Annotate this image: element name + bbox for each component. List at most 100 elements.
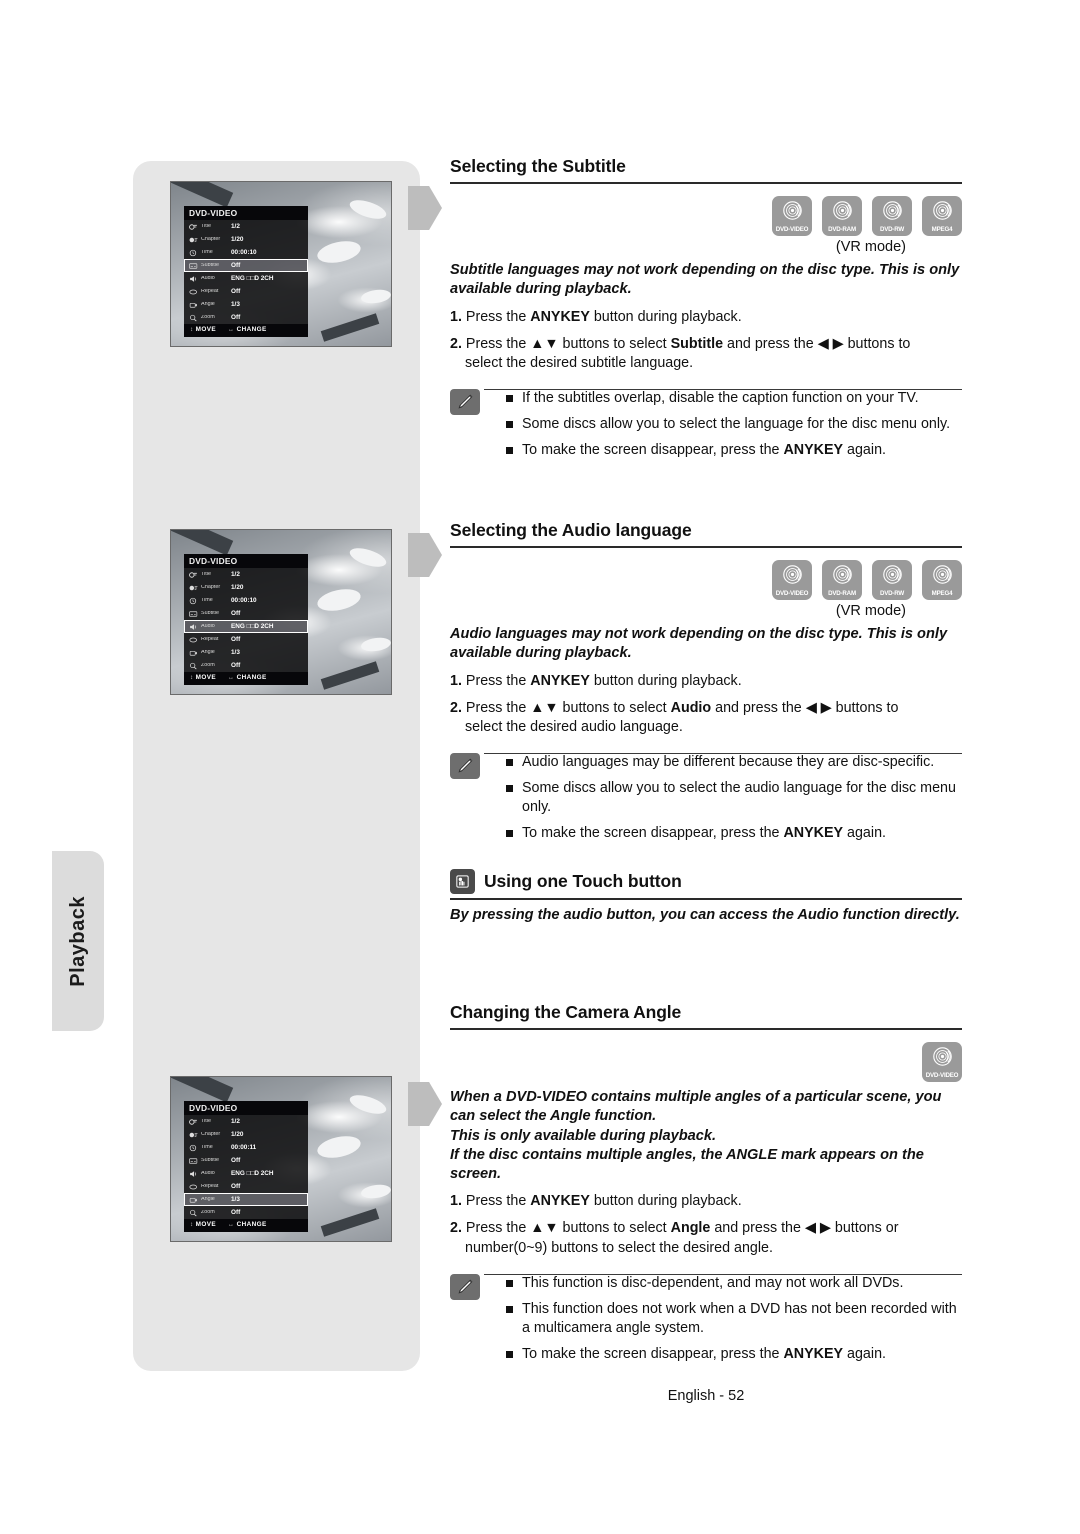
osd-row-zoom[interactable]: Zoom Off	[184, 1206, 308, 1219]
disc-type-badges: DVD-VIDEO	[450, 1042, 962, 1082]
step-angle-1: 1. Press the ANYKEY button during playba…	[450, 1193, 742, 1210]
osd-screenshot-subtitle: DVD-VIDEO Title 1/2 Chapter 1/20 Time 00:00:10…	[170, 181, 392, 347]
osd-row-angle[interactable]: Angle 1/3	[184, 646, 308, 659]
chapter-icon	[188, 235, 199, 244]
osd-row-value: ENG □□D 2CH	[231, 1169, 274, 1177]
disc-icon	[932, 201, 952, 225]
note-block-audio: Audio languages may be different because…	[450, 752, 962, 843]
osd-row-angle[interactable]: Angle 1/3	[184, 1193, 308, 1207]
osd-row-label: Chapter	[201, 237, 221, 243]
note-keyword: ANYKEY	[783, 824, 844, 841]
note-list: This function is disc-dependent, and may…	[506, 1274, 962, 1364]
page-footer: English - 52	[667, 1388, 745, 1404]
osd-row-time[interactable]: Time 00:00:10	[184, 594, 308, 607]
osd-row-audio[interactable]: Audio ENG □□D 2CH	[184, 620, 308, 634]
osd-row-repeat[interactable]: Repeat Off	[184, 285, 308, 298]
touch-title-rule	[450, 897, 962, 900]
disc-icon	[782, 565, 802, 589]
disc-badge-label: MPEG4	[931, 590, 953, 597]
osd-row-value: Off	[231, 287, 241, 295]
osd-row-chapter[interactable]: Chapter 1/20	[184, 581, 308, 594]
disc-icon	[932, 565, 952, 589]
disc-badge-dvd-video: DVD-VIDEO	[772, 560, 812, 600]
disc-badge-label: DVD-RAM	[828, 590, 856, 597]
osd-row-value: 1/3	[231, 300, 240, 308]
vr-mode-note: (VR mode)	[835, 239, 906, 255]
osd-row-subtitle[interactable]: Subtitle Off	[184, 607, 308, 620]
note-item: Some discs allow you to select the langu…	[506, 415, 962, 434]
osd-row-label: Time	[201, 598, 213, 604]
osd-row-subtitle[interactable]: Subtitle Off	[184, 259, 308, 273]
osd-row-audio[interactable]: Audio ENG □□D 2CH	[184, 272, 308, 285]
step-angle-2: 2. Press the ▲▼ buttons to select Angle …	[450, 1219, 962, 1257]
section-audio: Selecting the Audio language DVD-VIDEO DVD…	[450, 520, 962, 925]
osd-screenshot-audio: DVD-VIDEO Title 1/2 Chapter 1/20 Time 00:00:10…	[170, 529, 392, 695]
disc-badge-dvd-ram: DVD-RAM	[822, 560, 862, 600]
note-list: If the subtitles overlap, disable the ca…	[506, 389, 962, 460]
note-block-angle: This function is disc-dependent, and may…	[450, 1273, 962, 1364]
osd-row-title[interactable]: Title 1/2	[184, 1115, 308, 1128]
disc-icon	[832, 565, 852, 589]
disc-badge-mpeg4: MPEG4	[922, 196, 962, 236]
osd-row-value: Off	[231, 661, 241, 669]
osd-row-time[interactable]: Time 00:00:11	[184, 1141, 308, 1154]
section-subtitle: Selecting the Subtitle DVD-VIDEO DVD-RAM DV…	[450, 156, 962, 460]
osd-row-label: Angle	[201, 302, 215, 308]
osd-row-label: Audio	[201, 624, 215, 630]
subtitle-icon	[188, 1156, 199, 1165]
osd-row-label: Repeat	[201, 637, 219, 643]
osd-row-value: 1/20	[231, 583, 244, 591]
touch-section-heading: Using one Touch button	[450, 868, 962, 894]
osd-row-value: Off	[231, 261, 241, 269]
osd-row-label: Time	[201, 1145, 213, 1151]
pointer-arrow-subtitle	[408, 186, 442, 230]
osd-header: DVD-VIDEO	[184, 206, 308, 221]
disc-badge-label: DVD-RW	[879, 226, 905, 233]
osd-row-repeat[interactable]: Repeat Off	[184, 633, 308, 646]
osd-row-zoom[interactable]: Zoom Off	[184, 311, 308, 324]
disc-badge-dvd-ram: DVD-RAM	[822, 196, 862, 236]
osd-row-zoom[interactable]: Zoom Off	[184, 659, 308, 672]
osd-move-hint: ↕ MOVE	[190, 674, 217, 682]
osd-row-title[interactable]: Title 1/2	[184, 568, 308, 581]
osd-row-label: Chapter	[201, 1132, 221, 1138]
osd-row-angle[interactable]: Angle 1/3	[184, 298, 308, 311]
note-item: To make the screen disappear, press the …	[506, 1345, 962, 1364]
zoom-icon	[188, 661, 199, 670]
osd-row-title[interactable]: Title 1/2	[184, 220, 308, 233]
osd-row-value: 1/3	[231, 1195, 240, 1203]
osd-row-time[interactable]: Time 00:00:10	[184, 246, 308, 259]
audio-icon	[188, 622, 199, 631]
note-item: To make the screen disappear, press the …	[506, 441, 962, 460]
disc-badge-label: MPEG4	[931, 226, 953, 233]
osd-angle: DVD-VIDEO Title 1/2 Chapter 1/20 Time 00:00:11…	[184, 1101, 308, 1232]
title-rule	[450, 182, 962, 184]
pencil-note-icon	[450, 752, 480, 779]
step-subtitle-1: 1. Press the ANYKEY button during playba…	[450, 308, 742, 325]
step-keyword: Audio	[670, 699, 712, 716]
step-number: 1.	[450, 308, 462, 325]
title-rule	[450, 1028, 962, 1030]
osd-row-chapter[interactable]: Chapter 1/20	[184, 1128, 308, 1141]
osd-row-label: Subtitle	[201, 263, 219, 269]
time-icon	[188, 596, 199, 605]
step-keyword: Subtitle	[670, 335, 724, 352]
osd-row-audio[interactable]: Audio ENG □□D 2CH	[184, 1167, 308, 1180]
osd-row-label: Repeat	[201, 289, 219, 295]
osd-row-chapter[interactable]: Chapter 1/20	[184, 233, 308, 246]
disc-badge-label: DVD-RW	[879, 590, 905, 597]
osd-footer: ↕ MOVE ↔ CHANGE	[184, 672, 308, 685]
lead-text-audio: Audio languages may not work depending o…	[450, 626, 948, 662]
disc-icon	[932, 1047, 952, 1071]
audio-icon	[188, 1169, 199, 1178]
osd-row-value: Off	[231, 1156, 241, 1164]
note-block-subtitle: If the subtitles overlap, disable the ca…	[450, 388, 962, 460]
time-icon	[188, 248, 199, 257]
note-item: To make the screen disappear, press the …	[506, 824, 962, 843]
osd-row-value: 1/2	[231, 1117, 240, 1125]
lead-text-angle: When a DVD-VIDEO contains multiple angle…	[450, 1089, 942, 1182]
disc-badge-dvd-video: DVD-VIDEO	[772, 196, 812, 236]
osd-row-repeat[interactable]: Repeat Off	[184, 1180, 308, 1193]
osd-row-subtitle[interactable]: Subtitle Off	[184, 1154, 308, 1167]
step-audio-2: 2. Press the ▲▼ buttons to select Audio …	[450, 699, 962, 737]
